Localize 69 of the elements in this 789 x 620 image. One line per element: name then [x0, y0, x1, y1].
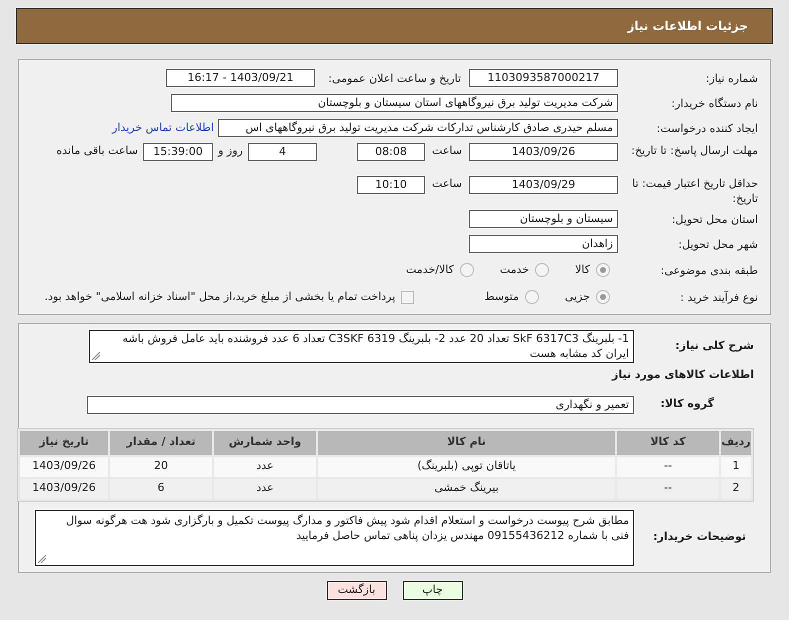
column-header: نام کالا: [318, 430, 615, 454]
checkbox-label: پرداخت تمام یا بخشی از مبلغ خرید،از محل "اسناد خزانه اسلامی" خواهد بود.: [44, 288, 396, 305]
buyer-notes-text: مطابق شرح پیوست درخواست و استعلام اقدام شود پیش فاکتور و مدارگ پیوست تکمیل و بارگزاری شود هت هرگونه سوال فنی با شماره 09155436212 مهندس یزدان پناهی تماس حاصل فرمایید: [66, 514, 629, 542]
radio-label: متوسط: [484, 288, 519, 305]
column-header: تعداد / مقدار: [110, 430, 212, 454]
table-cell: 1: [721, 456, 751, 476]
field-label: ساعت: [431, 143, 463, 159]
field-label: ساعت: [431, 176, 463, 192]
field-label: روز و: [216, 143, 244, 159]
value-field: شرکت مدیریت تولید برق نیروگاههای استان سیستان و بلوچستان: [171, 94, 618, 112]
table-cell: --: [617, 456, 719, 476]
table-cell: بیرینگ خمشی: [318, 478, 615, 498]
table-cell: 2: [721, 478, 751, 498]
column-header: کد کالا: [617, 430, 719, 454]
radio-label: کالا/خدمت: [406, 262, 454, 278]
field-label: حداقل تاریخ اعتبار قیمت: تا تاریخ:: [631, 176, 758, 206]
radio-button[interactable]: [524, 290, 539, 304]
field-label: شماره نیاز:: [704, 70, 758, 86]
page-title: جزئیات اطلاعات نیاز: [627, 18, 748, 35]
table-cell: 1403/09/26: [20, 478, 108, 498]
description-text: 1- بلبرینگ SkF 6317C3 تعداد 20 عدد 2- بلبرینگ 6319 C3SKF تعداد 6 عدد فروشنده باید عامل فروش باشه ایران کد مشابه هست: [122, 332, 629, 360]
field-label: گروه کالا:: [659, 396, 715, 412]
value-field: 1403/09/29: [469, 176, 618, 194]
table-cell: 20: [110, 456, 212, 476]
checkbox[interactable]: [401, 290, 414, 304]
field-label: شرح کلی نیاز:: [674, 338, 754, 354]
field-label: استان محل تحویل:: [670, 212, 758, 226]
field-label: نام دستگاه خریدار:: [670, 96, 758, 110]
field-label: شهر محل تحویل:: [677, 236, 758, 252]
table-cell: --: [617, 478, 719, 498]
field-label: تاریخ و ساعت اعلان عمومی:: [327, 70, 461, 86]
value-field: 1403/09/26: [469, 143, 618, 161]
table-cell: عدد: [214, 456, 316, 476]
radio-button[interactable]: [535, 263, 550, 277]
resize-grip-icon: [38, 554, 46, 562]
buyer-contact-link[interactable]: اطلاعات تماس خریدار: [112, 120, 214, 136]
value-field: 1103093587000217: [469, 69, 618, 87]
remaining-time-field: 15:39:00: [143, 143, 213, 161]
value-field: 08:08: [357, 143, 425, 161]
radio-button[interactable]: [596, 290, 610, 304]
radio-label: جزیی: [564, 288, 590, 305]
radio-button[interactable]: [596, 263, 610, 277]
value-field: مسلم حیدری صادق کارشناس تدارکات شرکت مدیریت تولید برق نیروگاههای اس: [218, 119, 618, 137]
column-header: تاریخ نیاز: [20, 430, 108, 454]
value-field: تعمیر و نگهداری: [87, 396, 634, 414]
field-label: ایجاد کننده درخواست:: [656, 120, 758, 136]
radio-label: خدمت: [500, 262, 530, 278]
field-label: مهلت ارسال پاسخ: تا تاریخ:: [630, 143, 758, 158]
field-label: ساعت باقی مانده: [56, 143, 138, 159]
column-header: ردیف: [721, 430, 751, 454]
value-field: زاهدان: [469, 235, 618, 253]
column-header: واحد شمارش: [214, 430, 316, 454]
table-cell: یاتاقان توپی (بلبرینگ): [318, 456, 615, 476]
value-field: 1403/09/21 - 16:17: [166, 69, 315, 87]
field-label: طبقه بندی موضوعی:: [660, 262, 758, 278]
resize-grip-icon: [92, 352, 100, 360]
field-label: نوع فرآیند خرید :: [679, 290, 758, 304]
table-cell: 1403/09/26: [20, 456, 108, 476]
back-button[interactable]: بازگشت: [326, 580, 386, 600]
radio-label: کالا: [575, 262, 590, 278]
field-label: توضیحات خریدار:: [652, 529, 747, 546]
value-field: 10:10: [357, 176, 425, 194]
section-title: اطلاعات کالاهای مورد نیاز: [610, 367, 754, 383]
print-button[interactable]: چاپ: [402, 580, 462, 600]
radio-button[interactable]: [460, 263, 474, 277]
value-field: سیستان و بلوچستان: [469, 210, 618, 228]
table-cell: عدد: [214, 478, 316, 498]
table-cell: 6: [110, 478, 212, 498]
value-field: 4: [248, 143, 317, 161]
